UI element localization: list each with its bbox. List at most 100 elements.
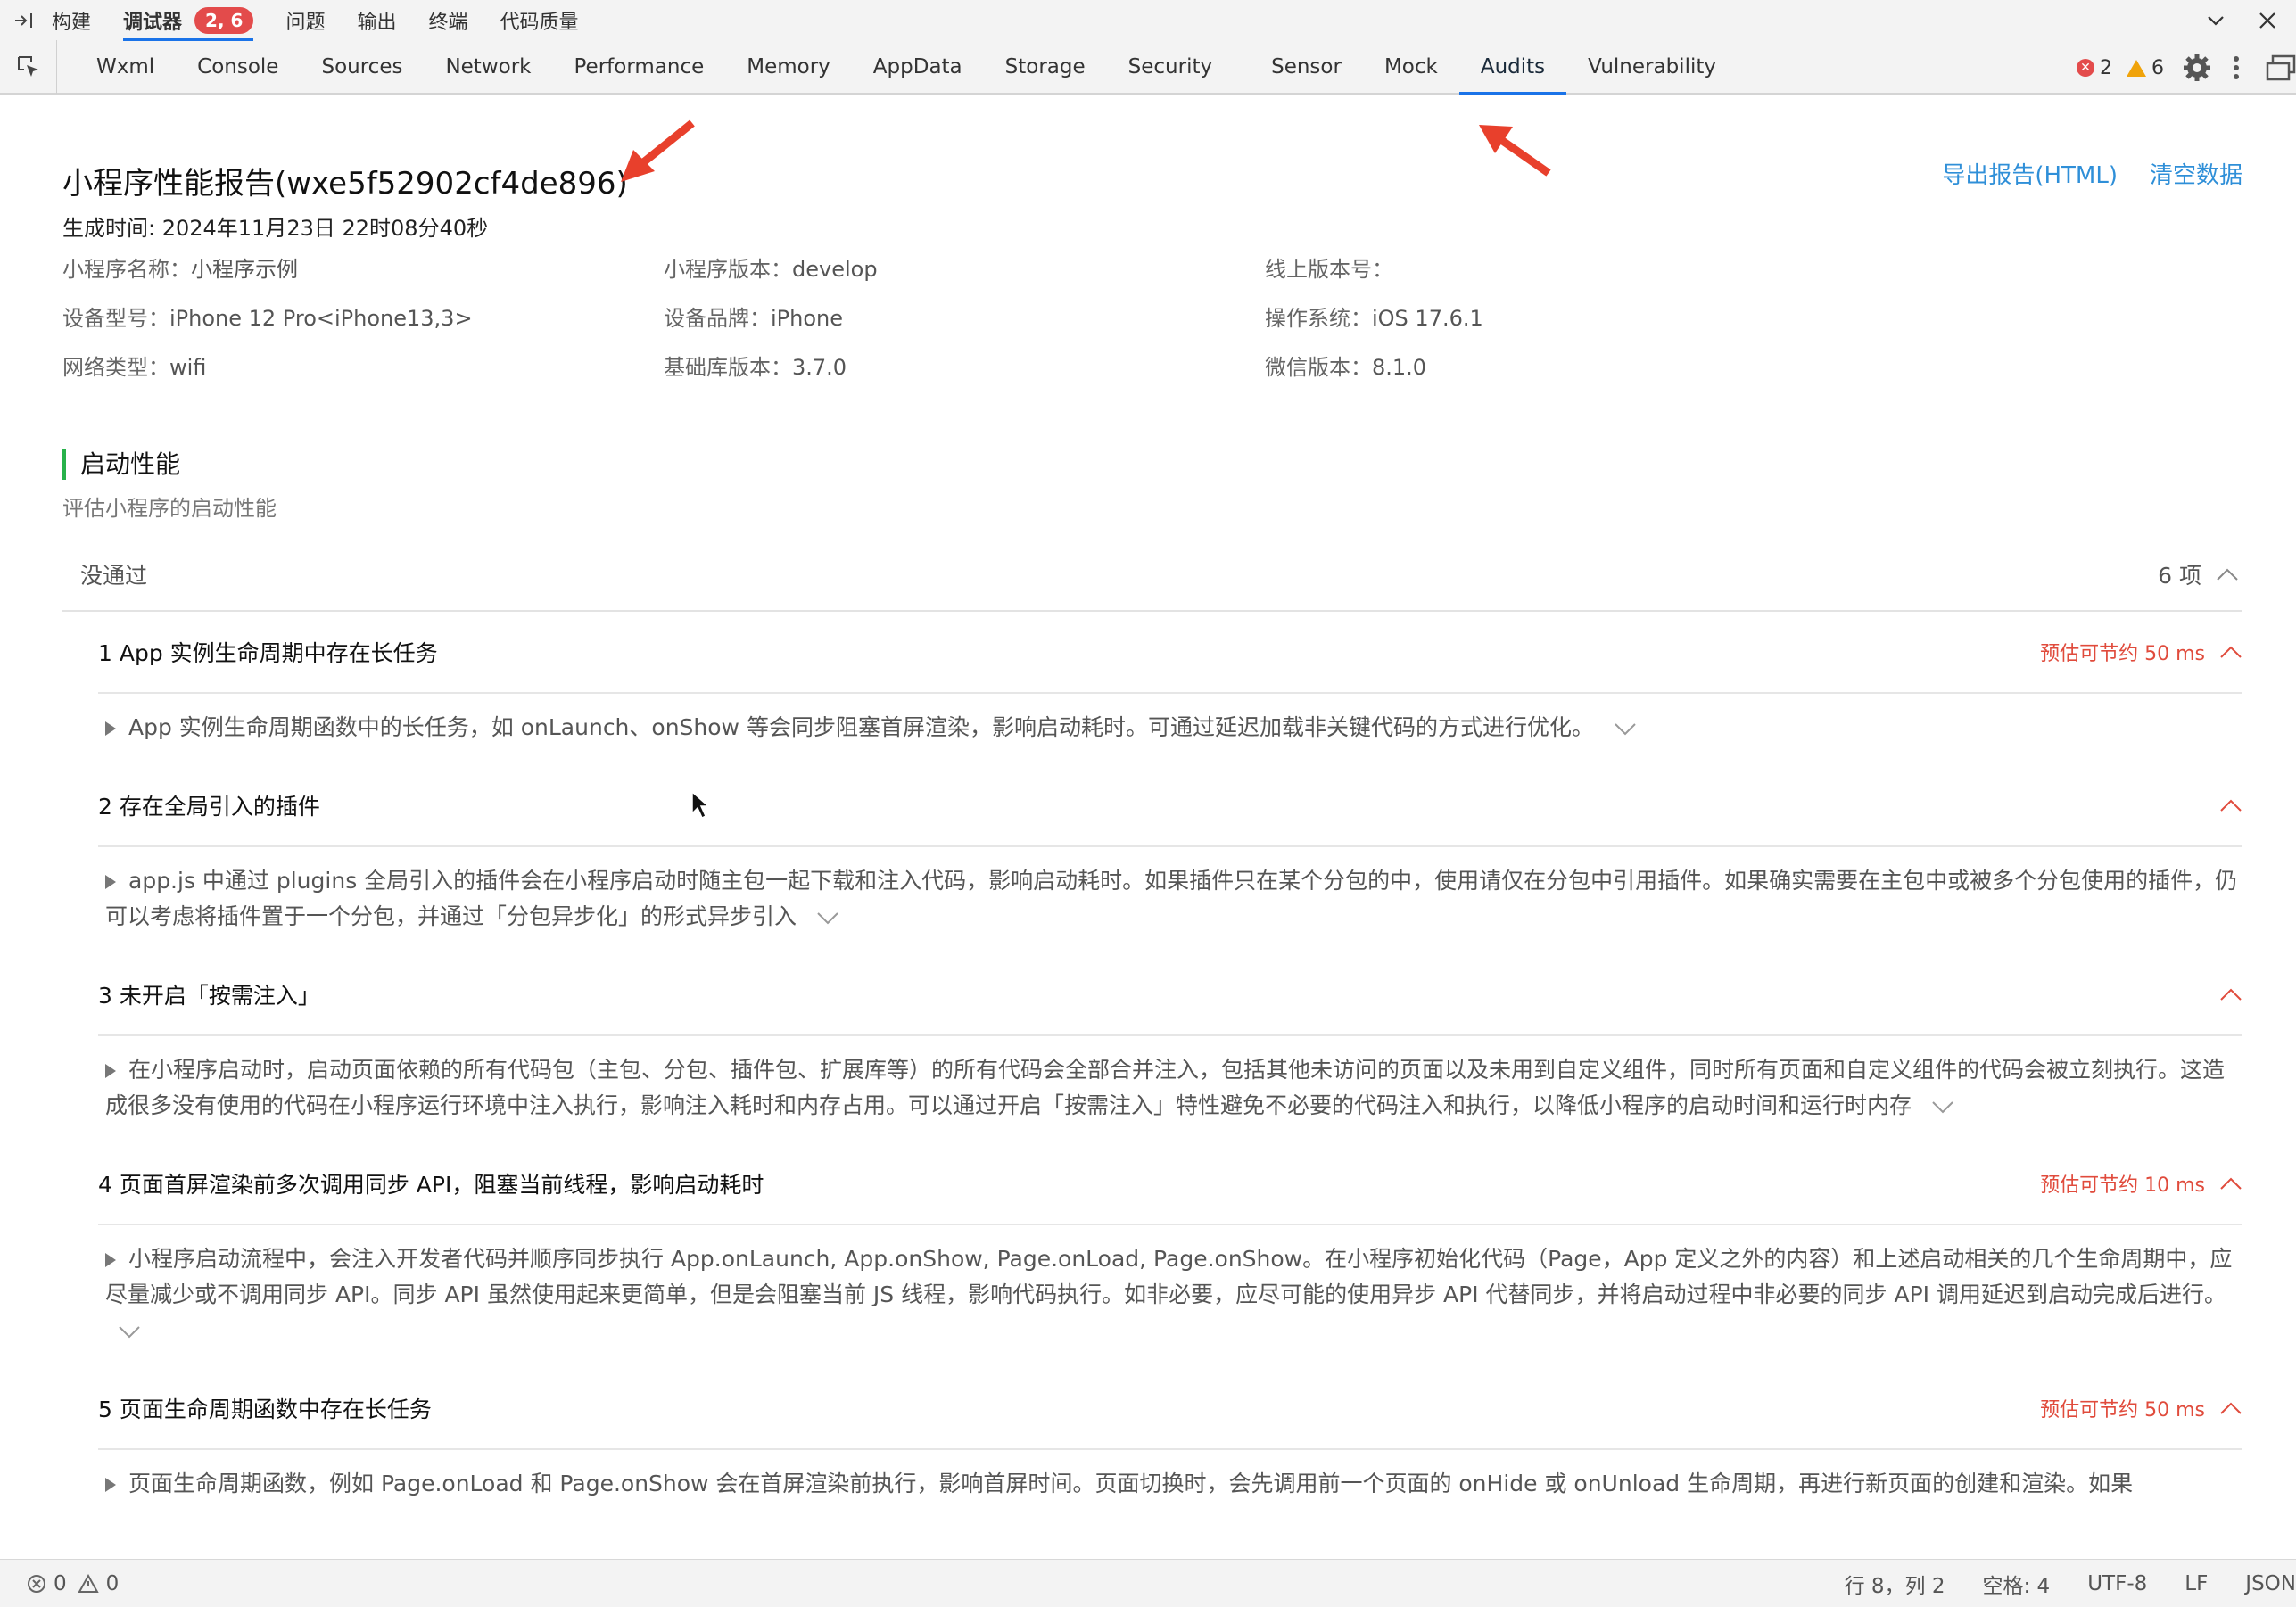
audit-item-title: 5 页面生命周期函数中存在长任务	[98, 1397, 432, 1422]
error-icon: ✕	[2077, 59, 2094, 77]
panel-tab-code-quality[interactable]: 代码质量	[500, 0, 578, 41]
tab-vulnerability[interactable]: Vulnerability	[1566, 40, 1738, 94]
tab-performance[interactable]: Performance	[553, 40, 726, 94]
encoding[interactable]: UTF-8	[2087, 1572, 2147, 1595]
failed-group-header[interactable]: 没通过 6 项	[62, 539, 2242, 612]
audits-report: 小程序性能报告(wxe5f52902cf4de896) 导出报告(HTML) 清…	[62, 95, 2242, 1559]
tab-console[interactable]: Console	[176, 40, 300, 94]
generated-time: 生成时间: 2024年11月23日 22时08分40秒	[62, 216, 489, 241]
chevron-down-icon[interactable]	[1614, 721, 1637, 736]
tab-network[interactable]: Network	[424, 40, 552, 94]
inspect-icon	[17, 56, 38, 77]
panel-tab-terminal[interactable]: 终端	[428, 0, 467, 41]
close-icon[interactable]	[2257, 10, 2278, 31]
more-vertical-icon[interactable]	[2232, 54, 2241, 81]
dock-toggle-button[interactable]	[0, 0, 52, 41]
failed-group-label: 没通过	[80, 563, 148, 589]
mouse-cursor-icon	[691, 790, 710, 820]
audit-item-description[interactable]: 在小程序启动时，启动页面依赖的所有代码包（主包、分包、插件包、扩展库等）的所有代…	[98, 1036, 2242, 1143]
debugger-badge: 2, 6	[194, 7, 254, 34]
meta-base-lib-version: 基础库版本：3.7.0	[664, 355, 847, 380]
report-actions: 导出报告(HTML) 清空数据	[1942, 157, 2242, 190]
clear-data-link[interactable]: 清空数据	[2150, 157, 2242, 190]
export-html-link[interactable]: 导出报告(HTML)	[1942, 157, 2118, 190]
audit-item-header[interactable]: 5 页面生命周期函数中存在长任务 预估可节约 50 ms	[98, 1368, 2242, 1450]
audit-item-title: 1 App 实例生命周期中存在长任务	[98, 640, 438, 666]
chevron-up-icon[interactable]	[2219, 645, 2242, 659]
meta-os: 操作系统：iOS 17.6.1	[1265, 306, 1483, 331]
chevron-down-icon[interactable]	[816, 911, 839, 925]
audit-item-header[interactable]: 3 未开启「按需注入」	[98, 954, 2242, 1036]
tab-audits[interactable]: Audits	[1458, 40, 1567, 95]
audit-item-savings: 预估可节约 50 ms	[2040, 1399, 2205, 1422]
chevron-up-icon[interactable]	[2219, 1176, 2242, 1191]
status-bar: 0 0 行 8，列 2 空格: 4 UTF-8 LF JSON	[0, 1559, 2296, 1607]
chevron-down-icon[interactable]	[118, 1324, 141, 1339]
audit-item-header[interactable]: 1 App 实例生命周期中存在长任务 预估可节约 50 ms	[98, 612, 2242, 694]
gear-icon[interactable]	[2182, 53, 2212, 83]
panel-tab-build[interactable]: 构建	[52, 0, 91, 41]
audit-item-header[interactable]: 2 存在全局引入的插件	[98, 765, 2242, 847]
report-title: 小程序性能报告(wxe5f52902cf4de896)	[62, 166, 628, 202]
issue-counts[interactable]: ✕ 2 6	[2077, 57, 2164, 79]
warning-triangle-icon	[77, 1573, 99, 1593]
language-mode[interactable]: JSON	[2245, 1572, 2296, 1595]
meta-network-type: 网络类型：wifi	[62, 355, 207, 380]
expand-triangle-icon	[105, 721, 116, 736]
chevron-down-icon[interactable]	[1931, 1100, 1954, 1114]
dock-icon	[15, 13, 32, 28]
annotation-arrow-icon	[1479, 125, 1551, 177]
warning-icon	[2127, 59, 2146, 77]
chevron-up-icon[interactable]	[2219, 987, 2242, 1001]
expand-triangle-icon	[105, 1478, 116, 1492]
panel-bar: 构建 调试器 2, 6 问题 输出 终端 代码质量	[0, 0, 2296, 41]
panel-tab-problems[interactable]: 问题	[285, 0, 325, 41]
meta-app-name: 小程序名称：小程序示例	[62, 257, 298, 282]
devtools-tab-bar: Wxml Console Sources Network Performance…	[0, 40, 2296, 95]
meta-device-model: 设备型号：iPhone 12 Pro<iPhone13,3>	[62, 306, 473, 331]
tab-sources[interactable]: Sources	[300, 40, 424, 94]
expand-triangle-icon	[105, 1064, 116, 1078]
expand-triangle-icon	[105, 1253, 116, 1267]
chevron-up-icon[interactable]	[2216, 567, 2239, 581]
failed-group-count: 6 项	[2158, 563, 2201, 589]
cursor-position[interactable]: 行 8，列 2	[1845, 1569, 1945, 1599]
error-circle-icon	[28, 1574, 45, 1593]
tab-wxml[interactable]: Wxml	[75, 40, 176, 94]
audit-item-savings: 预估可节约 10 ms	[2040, 1174, 2205, 1197]
chevron-up-icon[interactable]	[2219, 1401, 2242, 1415]
section-title: 启动性能	[62, 449, 180, 480]
audit-item-title: 3 未开启「按需注入」	[98, 983, 320, 1009]
tab-storage[interactable]: Storage	[984, 40, 1107, 94]
meta-wechat-version: 微信版本：8.1.0	[1265, 355, 1427, 380]
audit-item-description[interactable]: App 实例生命周期函数中的长任务，如 onLaunch、onShow 等会同步…	[98, 694, 2242, 765]
chevron-down-icon[interactable]	[2205, 10, 2226, 31]
inspect-element-button[interactable]	[0, 40, 57, 94]
section-subtitle: 评估小程序的启动性能	[62, 496, 277, 521]
audit-item-description[interactable]: 小程序启动流程中，会注入开发者代码并顺序同步执行 App.onLaunch, A…	[98, 1225, 2242, 1368]
chevron-up-icon[interactable]	[2219, 798, 2242, 812]
tab-sensor[interactable]: Sensor	[1250, 40, 1363, 94]
undock-icon[interactable]	[2266, 54, 2296, 81]
meta-online-version: 线上版本号：	[1265, 257, 1393, 282]
meta-device-brand: 设备品牌：iPhone	[664, 306, 844, 331]
audit-item-description[interactable]: app.js 中通过 plugins 全局引入的插件会在小程序启动时随主包一起下…	[98, 847, 2242, 954]
tab-appdata[interactable]: AppData	[852, 40, 984, 94]
panel-tab-debugger[interactable]: 调试器 2, 6	[123, 0, 254, 41]
indentation[interactable]: 空格: 4	[1983, 1569, 2051, 1599]
tab-security[interactable]: Security	[1107, 40, 1234, 94]
panel-tab-output[interactable]: 输出	[357, 0, 396, 41]
audit-item-header[interactable]: 4 页面首屏渲染前多次调用同步 API，阻塞当前线程，影响启动耗时 预估可节约 …	[98, 1143, 2242, 1225]
tab-mock[interactable]: Mock	[1363, 40, 1459, 94]
tab-memory[interactable]: Memory	[725, 40, 852, 94]
expand-triangle-icon	[105, 875, 116, 889]
audit-item-title: 2 存在全局引入的插件	[98, 794, 320, 820]
line-ending[interactable]: LF	[2185, 1572, 2208, 1595]
audit-items: 1 App 实例生命周期中存在长任务 预估可节约 50 ms App 实例生命周…	[98, 612, 2242, 1521]
meta-app-version: 小程序版本：develop	[664, 257, 878, 282]
status-problems[interactable]: 0 0	[27, 1572, 119, 1595]
audit-item-description[interactable]: 页面生命周期函数，例如 Page.onLoad 和 Page.onShow 会在…	[98, 1450, 2242, 1521]
report-meta: 小程序名称：小程序示例 小程序版本：develop 线上版本号： 设备型号：iP…	[62, 251, 1483, 381]
audit-item-title: 4 页面首屏渲染前多次调用同步 API，阻塞当前线程，影响启动耗时	[98, 1172, 764, 1198]
annotation-arrow-icon	[621, 119, 695, 182]
